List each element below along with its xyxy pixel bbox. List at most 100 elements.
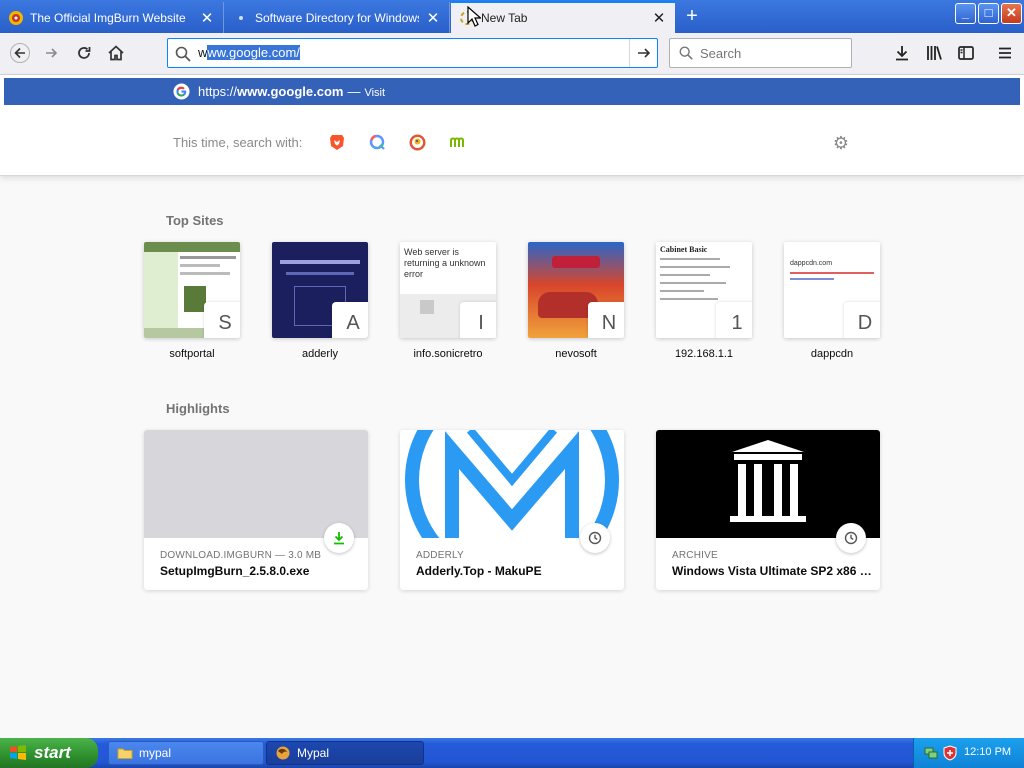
network-icon[interactable] <box>923 745 939 761</box>
sidebar-toggle-button[interactable] <box>952 39 980 67</box>
top-site-tile[interactable]: Web server is returning a unknown error … <box>400 242 496 360</box>
minimize-button[interactable]: _ <box>955 3 976 24</box>
go-button[interactable] <box>629 39 657 67</box>
downloads-button[interactable] <box>888 39 916 67</box>
mouse-cursor-icon <box>467 6 481 27</box>
highlight-title: Windows Vista Ultimate SP2 x86 and x64 <box>672 564 872 578</box>
top-site-label: nevosoft <box>555 348 597 360</box>
top-site-tile[interactable]: dappcdn.com D dappcdn <box>784 242 880 360</box>
highlight-image <box>144 430 368 538</box>
mojeek-icon[interactable] <box>448 133 466 151</box>
start-label: start <box>34 743 71 762</box>
tab-imgburn[interactable]: The Official ImgBurn Website ✕ <box>0 2 224 33</box>
google-favicon-icon <box>173 83 190 100</box>
search-input[interactable] <box>700 46 845 61</box>
highlight-context: ADDERLY <box>416 550 464 561</box>
top-site-tile[interactable]: A adderly <box>272 242 368 360</box>
highlight-context: DOWNLOAD.IMGBURN — 3.0 MB <box>160 550 322 561</box>
tab-new-tab[interactable]: New Tab ✕ <box>451 1 675 33</box>
taskbar-item-label: mypal <box>139 746 172 760</box>
autocomplete-url-scheme: https:// <box>198 84 238 99</box>
highlight-title: Adderly.Top - MakuPE <box>416 564 542 578</box>
archive-logo-icon <box>730 440 806 522</box>
windows-flag-icon <box>10 745 26 760</box>
top-site-thumbnail: A <box>272 242 368 338</box>
highlight-image <box>656 430 880 538</box>
download-icon <box>334 532 344 545</box>
qwant-q-icon <box>369 134 385 150</box>
forward-arrow-icon <box>46 48 58 58</box>
taskbar-item-label: Mypal <box>297 746 330 760</box>
history-badge <box>580 523 610 553</box>
taskbar-item-folder[interactable]: mypal <box>108 741 264 765</box>
url-bar[interactable]: www.google.com/ <box>167 38 658 68</box>
search-settings-gear-icon[interactable]: ⚙ <box>831 133 851 153</box>
loading-dot-icon <box>239 15 243 20</box>
top-site-tile[interactable]: Cabinet Basic 1 192.168.1.1 <box>656 242 752 360</box>
forward-button[interactable] <box>38 39 66 67</box>
top-site-thumbnail-text: Cabinet Basic <box>660 245 708 254</box>
start-button[interactable]: start <box>0 738 98 768</box>
qwant-icon[interactable] <box>368 133 386 151</box>
hamburger-menu-icon <box>999 47 1011 59</box>
url-input[interactable]: www.google.com/ <box>198 45 300 60</box>
highlight-card[interactable]: ARCHIVE Windows Vista Ultimate SP2 x86 a… <box>656 430 880 590</box>
history-badge <box>836 523 866 553</box>
maximize-button[interactable]: □ <box>978 3 999 24</box>
autocomplete-visit-row[interactable]: https://www.google.com — Visit <box>4 78 1020 105</box>
top-site-label: info.sonicretro <box>413 348 483 360</box>
sidebar-icon <box>958 46 974 60</box>
tab-strip: The Official ImgBurn Website ✕ Software … <box>0 0 1024 33</box>
url-text-selected: ww.google.com/ <box>207 45 300 60</box>
top-site-tile[interactable]: S softportal <box>144 242 240 360</box>
tab-close-icon[interactable]: ✕ <box>199 9 215 27</box>
new-tab-plus-icon[interactable]: + <box>681 4 703 28</box>
search-icon <box>175 46 191 62</box>
home-icon <box>108 45 124 61</box>
close-window-button[interactable]: ✕ <box>1001 3 1022 24</box>
tab-software-directory[interactable]: Software Directory for Windows ✕ <box>225 2 450 33</box>
top-site-label: 192.168.1.1 <box>674 348 734 360</box>
back-button[interactable] <box>6 39 34 67</box>
top-site-label: softportal <box>169 348 215 360</box>
top-site-thumbnail: dappcdn.com D <box>784 242 880 338</box>
home-button[interactable] <box>102 39 130 67</box>
download-badge <box>324 523 354 553</box>
clock: 12:10 PM <box>964 746 1012 758</box>
go-arrow-icon <box>637 48 650 58</box>
top-site-thumbnail: Web server is returning a unknown error … <box>400 242 496 338</box>
back-arrow-icon <box>10 43 30 63</box>
taskbar: start mypal Mypal 12:10 PM <box>0 738 1024 768</box>
download-arrow-icon <box>896 46 908 61</box>
highlight-context: ARCHIVE <box>672 550 718 561</box>
tab-title: The Official ImgBurn Website <box>30 10 186 25</box>
highlight-card[interactable]: DOWNLOAD.IMGBURN — 3.0 MB SetupImgBurn_2… <box>144 430 368 590</box>
top-site-thumbnail-text: dappcdn.com <box>790 260 833 267</box>
imgburn-favicon-icon <box>9 10 23 25</box>
url-text-prefix: w <box>198 45 208 60</box>
top-site-letter: A <box>332 302 368 338</box>
duckduckgo-icon[interactable] <box>408 133 426 151</box>
autocomplete-url: https://www.google.com — Visit <box>198 84 385 99</box>
brave-icon[interactable] <box>328 133 346 151</box>
makupe-logo-icon <box>405 430 619 538</box>
taskbar-item-browser[interactable]: Mypal <box>266 741 424 765</box>
top-site-letter: 1 <box>716 302 752 338</box>
library-button[interactable] <box>920 39 948 67</box>
reload-icon <box>78 47 91 59</box>
security-shield-icon[interactable] <box>942 745 958 761</box>
tab-close-icon[interactable]: ✕ <box>425 9 441 27</box>
top-site-label: dappcdn <box>810 348 854 360</box>
clock-icon <box>844 531 858 545</box>
tab-close-icon[interactable]: ✕ <box>651 9 667 27</box>
highlight-title: SetupImgBurn_2.5.8.0.exe <box>160 564 310 578</box>
tab-title: Software Directory for Windows <box>255 10 419 25</box>
top-site-tile[interactable]: N nevosoft <box>528 242 624 360</box>
search-bar[interactable] <box>669 38 852 68</box>
reload-button[interactable] <box>70 39 98 67</box>
hamburger-menu-button[interactable] <box>991 39 1019 67</box>
highlight-card[interactable]: ADDERLY Adderly.Top - MakuPE <box>400 430 624 590</box>
top-site-label: adderly <box>301 348 339 360</box>
highlights-heading: Highlights <box>166 401 230 416</box>
search-icon <box>679 46 693 60</box>
